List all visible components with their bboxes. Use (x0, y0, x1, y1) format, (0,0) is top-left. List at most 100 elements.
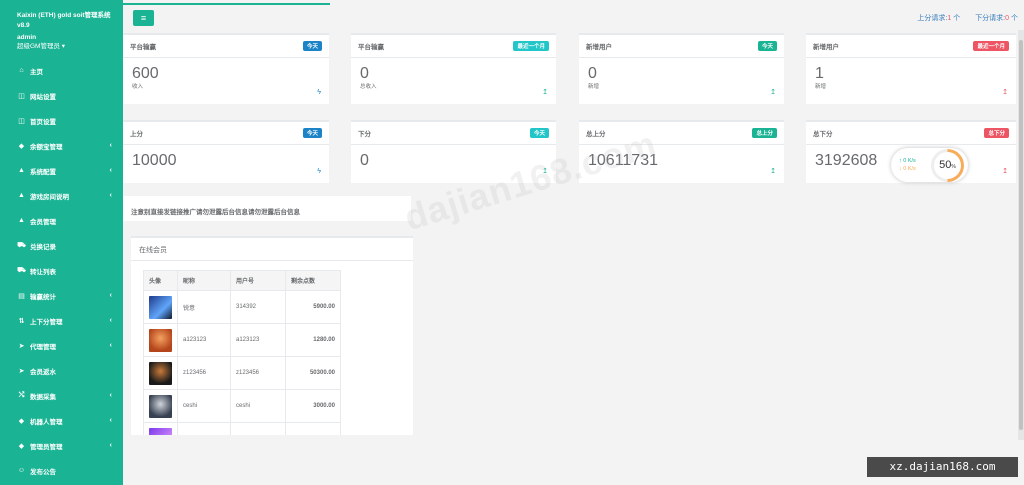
stat-card-badge: 最近一个月 (973, 41, 1009, 51)
sidebar-item[interactable]: ▲ 游戏房间说明 ‹ (0, 183, 123, 208)
sidebar: Kaixin (ETH) gold soit管理系统 v8.9 admin 超级… (0, 0, 123, 485)
send-icon: ➤ (18, 367, 25, 375)
sidebar-item[interactable]: ⌂ 主页 (0, 58, 123, 83)
upload-speed: ↑ 0 K/s (899, 158, 916, 164)
stat-trend-icon: ↥ (770, 89, 776, 96)
table-row[interactable]: a123123 a123123 1280.00 (143, 323, 341, 357)
sidebar-item-label: 余额宝管理 (30, 143, 63, 151)
page-scrollbar[interactable] (1018, 30, 1024, 440)
sidebar-item-label: 数据采集 (30, 393, 56, 401)
chevron-left-icon: ‹ (109, 442, 112, 449)
sidebar-item[interactable]: ⛟ 转让列表 (0, 258, 123, 283)
stat-card-header: 总下分 总下分 (806, 122, 1016, 145)
sidebar-item-label: 主页 (30, 68, 43, 76)
loading-bar (123, 3, 330, 5)
user-icon: ▲ (18, 217, 25, 224)
scrollbar-thumb[interactable] (1019, 40, 1023, 430)
stat-card-title: 平台输赢 (358, 44, 384, 51)
sidebar-item[interactable]: ➤ 代理管理 ‹ (0, 333, 123, 358)
sidebar-item[interactable]: ☺ 发布公告 (0, 458, 123, 483)
table-row[interactable]: b123456b1234566000.00 (143, 422, 341, 435)
window-icon: ◫ (18, 117, 25, 125)
user-icon: ▲ (18, 167, 25, 174)
stat-card-value: 0 (588, 65, 597, 82)
stat-trend-icon: ϟ (317, 168, 321, 175)
sidebar-item-label: 兑换记录 (30, 243, 56, 251)
menu-toggle-button[interactable]: ≡ (133, 10, 154, 26)
stat-card-sublabel: 新增 (588, 84, 600, 90)
sidebar-item-label: 发布公告 (30, 468, 56, 476)
cell-userid: z123456 (230, 356, 286, 390)
col-userid: 用户号 (230, 270, 286, 291)
sidebar-item[interactable]: ▲ 会员管理 (0, 208, 123, 233)
stat-card-value: 1 (815, 65, 824, 82)
sidebar-item[interactable]: ⇅ 上下分管理 ‹ (0, 308, 123, 333)
stat-card-title: 下分 (358, 131, 371, 138)
chevron-left-icon: ‹ (109, 292, 112, 299)
stat-card-header: 新增用户 今天 (579, 35, 784, 58)
diamond-icon: ◆ (18, 142, 25, 150)
table-row[interactable]: z123456 z123456 50300.00 (143, 356, 341, 390)
sidebar-item[interactable]: ▤ 输赢统计 ‹ (0, 283, 123, 308)
download-speed: ↓ 0 K/s (899, 166, 916, 172)
avatar (149, 295, 172, 319)
col-avatar: 头像 (143, 270, 178, 291)
stat-card-badge: 今天 (302, 41, 322, 51)
stat-card-title: 上分 (130, 131, 143, 138)
stat-card-sublabel: 收入 (132, 84, 144, 90)
table-header-row: 头像 昵称 用户号 剩余点数 (143, 270, 341, 291)
stat-card-value: 0 (360, 65, 369, 82)
sidebar-item[interactable]: ▲ 系统配置 ‹ (0, 158, 123, 183)
down-requests-count: 0 (1005, 15, 1010, 22)
online-members-panel: 在线会员 头像 昵称 用户号 剩余点数 锐意 314392 5900.00 a1231… (131, 236, 413, 435)
down-requests-link[interactable]: 下分请求:0 个 (975, 15, 1018, 22)
stat-card-badge: 总下分 (984, 128, 1009, 138)
up-requests-link[interactable]: 上分请求:1 个 (917, 15, 960, 22)
cell-nickname: z123456 (177, 356, 231, 390)
sidebar-item[interactable]: ◆ 管理员管理 ‹ (0, 433, 123, 458)
stat-card-header: 平台输赢 最近一个月 (351, 35, 556, 58)
cell-userid: b123456 (230, 422, 286, 435)
table-row[interactable]: 锐意 314392 5900.00 (143, 290, 341, 324)
stat-trend-icon: ↥ (1002, 89, 1008, 96)
stat-trend-icon: ↥ (1002, 168, 1008, 175)
table-row[interactable]: ceshi ceshi 3000.00 (143, 389, 341, 423)
sidebar-item-label: 网站设置 (30, 93, 56, 101)
chart-icon: ▤ (18, 292, 25, 300)
user-role-dropdown[interactable]: 超级GM管理员 ▾ (17, 42, 115, 51)
sidebar-item[interactable]: ◆ 余额宝管理 ‹ (0, 133, 123, 158)
sidebar-item[interactable]: ⤭ 数据采集 ‹ (0, 383, 123, 408)
request-links: 上分请求:1 个 下分请求:0 个 (904, 13, 1018, 23)
cell-nickname: ceshi (177, 389, 231, 423)
user-icon: ▲ (18, 192, 25, 199)
cell-nickname: 锐意 (177, 290, 231, 324)
sort-icon: ⇅ (18, 317, 25, 325)
stat-card: 平台输赢 今天 600 收入 ϟ (123, 33, 329, 104)
hamburger-icon: ≡ (140, 13, 147, 23)
watermark-badge: xz.dajian168.com (867, 457, 1018, 477)
stat-card: 新增用户 最近一个月 1 新增 ↥ (806, 33, 1016, 104)
home-icon: ⌂ (19, 67, 24, 74)
cell-points: 3000.00 (285, 389, 341, 423)
cell-points: 5900.00 (285, 290, 341, 324)
sidebar-item-label: 会员返水 (30, 368, 56, 376)
cell-points: 1280.00 (285, 323, 341, 357)
cell-nickname: b123456 (177, 422, 231, 435)
chevron-left-icon: ‹ (109, 142, 112, 149)
stat-card: 上分 今天 10000 ϟ (123, 120, 329, 183)
car-icon: ⛟ (17, 242, 26, 249)
notice-bar: 注意别直接发链接推广请勿泄露后台信息请勿泄露后台信息 (123, 196, 411, 221)
sidebar-item-label: 输赢统计 (30, 293, 56, 301)
sidebar-item[interactable]: ◆ 机器人管理 ‹ (0, 408, 123, 433)
diamond-icon: ◆ (18, 442, 25, 450)
avatar (149, 328, 172, 352)
sidebar-item[interactable]: ◫ 首页设置 (0, 108, 123, 133)
up-requests-count: 1 (947, 15, 952, 22)
sidebar-item-label: 上下分管理 (30, 318, 63, 326)
cell-userid: 314392 (230, 290, 286, 324)
chevron-left-icon: ‹ (109, 392, 112, 399)
stat-card-badge: 总上分 (752, 128, 777, 138)
sidebar-item[interactable]: ◫ 网站设置 (0, 83, 123, 108)
sidebar-item[interactable]: ➤ 会员返水 (0, 358, 123, 383)
sidebar-item[interactable]: ⛟ 兑换记录 (0, 233, 123, 258)
